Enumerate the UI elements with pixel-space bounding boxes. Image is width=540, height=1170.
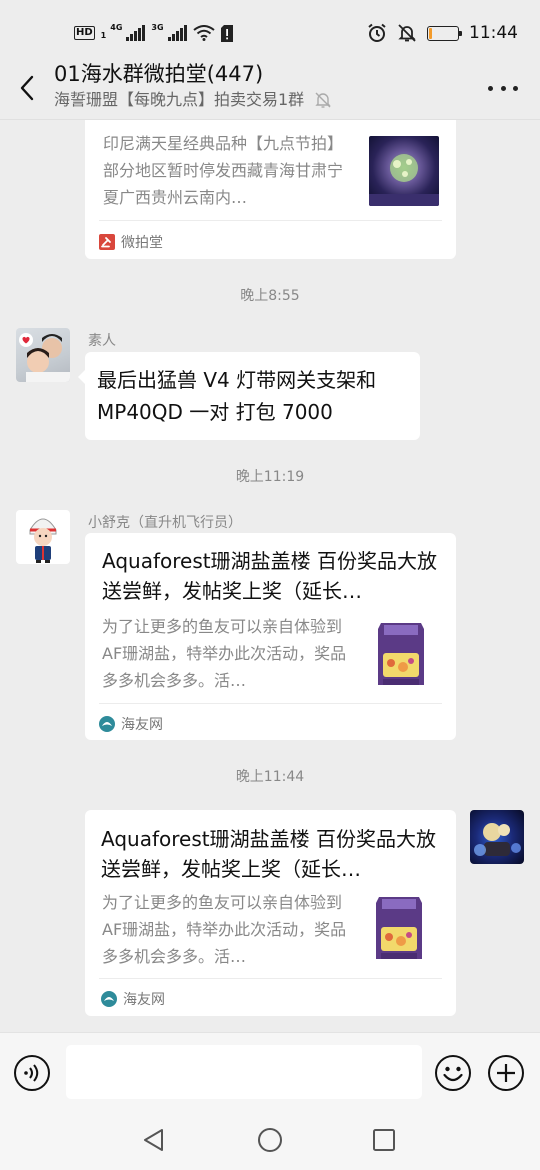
- group-subtitle: 海誓珊盟【每晚九点】拍卖交易1群: [54, 90, 305, 109]
- card-title: Aquaforest珊湖盐盖楼 百份奖品大放送尝鲜，发帖奖上奖（延长…: [102, 549, 437, 603]
- nav-home-button[interactable]: [256, 1126, 284, 1154]
- status-left: HD 1 4G 3G: [74, 22, 233, 42]
- voice-button[interactable]: [13, 1054, 51, 1092]
- sender-name: 小舒克（直升机飞行员）: [88, 515, 242, 531]
- card-source: 海友网: [99, 714, 163, 734]
- haiyou-logo-icon: [101, 991, 117, 1007]
- avatar[interactable]: [16, 510, 70, 564]
- my-avatar[interactable]: [470, 810, 524, 864]
- nav-recent-button[interactable]: [370, 1126, 398, 1154]
- triangle-back-icon: [144, 1129, 163, 1151]
- sim-alert-icon: [220, 24, 233, 42]
- more-button[interactable]: [488, 78, 518, 98]
- product-thumbnail: [371, 619, 431, 691]
- card-title: Aquaforest珊湖盐盖楼 百份奖品大放送尝鲜，发帖奖上奖（延长…: [101, 827, 436, 881]
- card-divider: [99, 703, 442, 704]
- chat-area[interactable]: 印尼满天星经典品种【九点节拍】部分地区暂时停发西藏青海甘肃宁夏广西贵州云南内… …: [0, 120, 540, 1032]
- plus-icon: [488, 1055, 524, 1091]
- text-message-bubble[interactable]: 最后出猛兽 V4 灯带网关支架和 MP40QD 一对 打包 7000: [78, 352, 420, 440]
- card-description: 印尼满天星经典品种【九点节拍】部分地区暂时停发西藏青海甘肃宁夏广西贵州云南内…: [103, 134, 344, 207]
- battery-fill: [429, 27, 433, 39]
- more-icon-dot: [513, 85, 518, 91]
- chat-header: 01海水群微拍堂(447) 海誓珊盟【每晚九点】拍卖交易1群: [0, 56, 540, 120]
- emoji-button[interactable]: [434, 1054, 472, 1092]
- battery-icon: [427, 25, 462, 41]
- square-recent-icon: [373, 1129, 395, 1151]
- group-subtitle-row: 海誓珊盟【每晚九点】拍卖交易1群: [54, 88, 332, 112]
- more-icon-dot: [500, 85, 506, 91]
- status-right: 11:44: [367, 23, 518, 43]
- link-card[interactable]: Aquaforest珊湖盐盖楼 百份奖品大放送尝鲜，发帖奖上奖（延长… 为了让更…: [85, 533, 456, 740]
- page-title: 01海水群微拍堂(447): [54, 62, 264, 86]
- status-time: 11:44: [469, 23, 518, 43]
- nav-back-button[interactable]: [140, 1126, 168, 1154]
- hd-badge: HD: [74, 26, 95, 40]
- circle-home-icon: [258, 1128, 282, 1152]
- more-icon-dot: [488, 85, 493, 91]
- card-source: 微拍堂: [99, 232, 163, 252]
- timestamp: 晚上8:55: [240, 288, 300, 304]
- system-nav-bar: [0, 1112, 540, 1170]
- card-source-label: 海友网: [123, 992, 165, 1008]
- card-description: 为了让更多的鱼友可以亲自体验到AF珊湖盐，特举办此次活动，奖品多多机会多多。活…: [102, 617, 347, 690]
- bell-off-icon: [315, 92, 331, 108]
- message-text: 最后出猛兽 V4 灯带网关支架和 MP40QD 一对 打包 7000: [97, 368, 377, 424]
- input-bar: [0, 1032, 540, 1112]
- notification-off-icon: [398, 24, 416, 42]
- timestamp: 晚上11:19: [235, 469, 305, 485]
- hd-sub-label: 1: [100, 30, 107, 40]
- message-input[interactable]: [66, 1045, 422, 1099]
- card-source-label: 海友网: [121, 717, 163, 733]
- plus-button[interactable]: [487, 1054, 525, 1092]
- title-block: 01海水群微拍堂(447) 海誓珊盟【每晚九点】拍卖交易1群: [54, 60, 332, 112]
- product-thumbnail: [369, 893, 429, 965]
- signal-icon: [126, 25, 146, 41]
- timestamp: 晚上11:44: [235, 769, 305, 785]
- link-card[interactable]: 印尼满天星经典品种【九点节拍】部分地区暂时停发西藏青海甘肃宁夏广西贵州云南内… …: [85, 120, 456, 259]
- voice-icon: [14, 1055, 50, 1091]
- card-divider: [99, 220, 442, 221]
- alarm-icon: [368, 23, 386, 42]
- emoji-icon: [435, 1055, 471, 1091]
- card-description: 为了让更多的鱼友可以亲自体验到AF珊湖盐，特举办此次活动，奖品多多机会多多。活…: [102, 893, 347, 966]
- network-4g-label: 4G: [110, 22, 123, 32]
- network-3g-label: 3G: [151, 22, 164, 32]
- card-source-label: 微拍堂: [121, 235, 163, 251]
- avatar[interactable]: [16, 328, 70, 382]
- chevron-left-icon: [20, 75, 34, 101]
- haiyou-logo-icon: [99, 716, 115, 732]
- back-button[interactable]: [12, 70, 42, 106]
- signal-icon-2: [167, 25, 187, 41]
- coral-thumbnail: [369, 136, 439, 206]
- sender-name: 素人: [88, 333, 116, 349]
- weipaitang-logo-icon: [99, 234, 115, 250]
- card-source: 海友网: [101, 989, 165, 1009]
- card-divider: [99, 978, 442, 979]
- link-card[interactable]: Aquaforest珊湖盐盖楼 百份奖品大放送尝鲜，发帖奖上奖（延长… 为了让更…: [85, 810, 456, 1016]
- wifi-icon: [192, 25, 215, 41]
